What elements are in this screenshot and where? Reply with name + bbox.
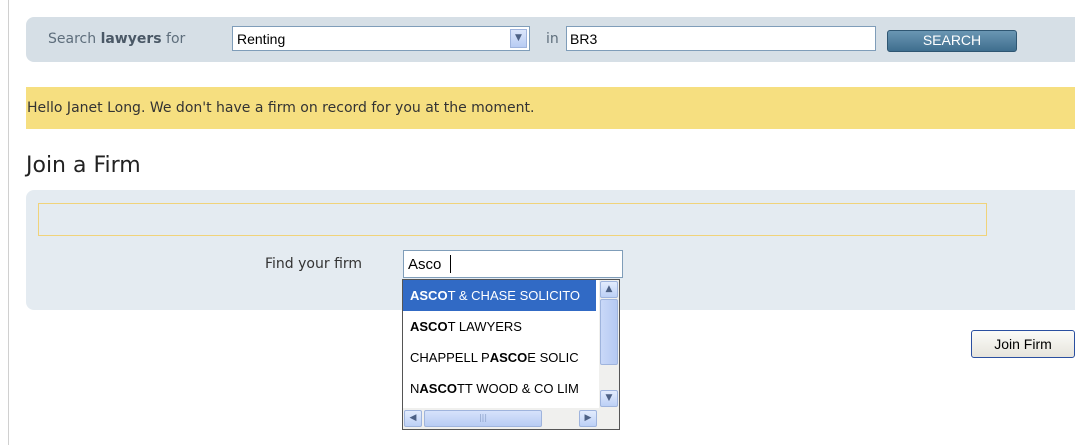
search-label-prefix: Search <box>48 31 101 47</box>
category-select-value: Renting <box>237 31 286 47</box>
option-match: ASCO <box>419 381 457 396</box>
search-label: Search lawyers for <box>48 31 185 47</box>
find-firm-label: Find your firm <box>265 256 363 272</box>
option-prefix: CHAPPELL P <box>410 350 490 365</box>
text-caret <box>450 255 451 273</box>
option-suffix: E SOLIC <box>527 350 579 365</box>
arrow-up-icon[interactable]: ▲ <box>600 281 618 298</box>
horizontal-scrollbar[interactable]: ◀ ||| ▶ <box>403 408 599 429</box>
search-label-bold: lawyers <box>100 31 162 47</box>
message-box <box>38 203 987 236</box>
arrow-left-icon[interactable]: ◀ <box>404 410 422 427</box>
location-input-value: BR3 <box>570 31 598 47</box>
search-label-suffix: for <box>161 31 186 47</box>
search-bar: Search lawyers for Renting ▼ in BR3 SEAR… <box>26 17 1075 62</box>
autocomplete-option[interactable]: ASCOT & CHASE SOLICITO <box>403 280 596 311</box>
notice-banner: Hello Janet Long. We don't have a firm o… <box>26 87 1075 129</box>
option-suffix: TT WOOD & CO LIM <box>456 381 579 396</box>
vertical-scroll-thumb[interactable] <box>600 299 618 365</box>
option-suffix: T LAWYERS <box>447 319 522 334</box>
autocomplete-dropdown[interactable]: ASCOT & CHASE SOLICITO ASCOT LAWYERS CHAPP… <box>402 279 620 430</box>
window-frame <box>0 0 9 445</box>
option-match: ASCO <box>410 288 448 303</box>
autocomplete-option[interactable]: CHAPPELL PASCOE SOLIC <box>403 342 596 373</box>
autocomplete-options: ASCOT & CHASE SOLICITO ASCOT LAWYERS CHAPP… <box>403 280 596 404</box>
search-button[interactable]: SEARCH <box>887 30 1017 52</box>
option-prefix: N <box>410 381 420 396</box>
vertical-scrollbar[interactable]: ▲ ▼ <box>599 280 619 408</box>
autocomplete-option[interactable]: NASCOTT WOOD & CO LIM <box>403 373 596 404</box>
chevron-down-icon[interactable]: ▼ <box>510 29 527 48</box>
firm-search-input[interactable]: Asco <box>403 250 623 278</box>
in-label: in <box>546 31 559 47</box>
horizontal-scroll-thumb[interactable]: ||| <box>424 410 542 427</box>
option-suffix: T & CHASE SOLICITO <box>447 288 581 303</box>
firm-search-value: Asco <box>408 256 442 273</box>
option-match: ASCO <box>410 319 448 334</box>
join-firm-button[interactable]: Join Firm <box>971 330 1075 358</box>
notice-text: Hello Janet Long. We don't have a firm o… <box>27 100 535 116</box>
option-match: ASCO <box>489 350 528 365</box>
scrollbar-corner <box>598 408 619 429</box>
page-title: Join a Firm <box>26 153 141 178</box>
location-input[interactable]: BR3 <box>566 26 876 51</box>
autocomplete-option[interactable]: ASCOT LAWYERS <box>403 311 596 342</box>
arrow-right-icon[interactable]: ▶ <box>579 410 597 427</box>
arrow-down-icon[interactable]: ▼ <box>600 390 618 407</box>
category-select[interactable]: Renting ▼ <box>232 26 530 51</box>
